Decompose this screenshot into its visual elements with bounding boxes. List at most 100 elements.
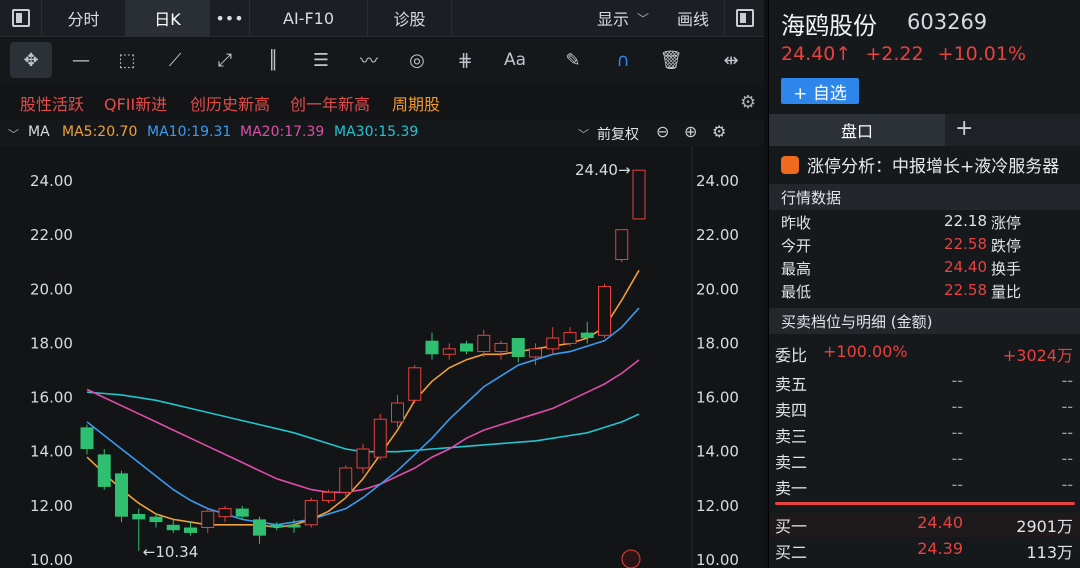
crosshair-tool-icon[interactable]: ✥ (10, 42, 52, 78)
bid-volume: 2901万 (1016, 517, 1073, 536)
y-tick-label-right: 18.00 (696, 334, 739, 352)
panel-toggle-icon[interactable] (724, 0, 764, 36)
bid-ask-ratio: 委比 +100.00% +3024万 (769, 342, 1080, 366)
adjust-mode[interactable]: 前复权 (597, 124, 639, 144)
sidebar-toggle-icon[interactable] (0, 0, 42, 36)
quote-label-2: 涨停 (991, 214, 1022, 232)
parallel-lines-tool-icon[interactable]: ║ (252, 42, 294, 78)
candle-body (356, 448, 370, 469)
candle-body (80, 427, 94, 450)
ask-row[interactable]: 卖三 -- -- (769, 423, 1080, 447)
candle-body (615, 229, 629, 261)
ask-price: -- (951, 371, 963, 390)
ask-price: -- (951, 423, 963, 442)
candle-body (97, 454, 111, 487)
trash-tool-icon[interactable]: 🗑 (650, 42, 692, 78)
y-tick-label-left: 24.00 (30, 172, 73, 190)
price-change-pct: +10.01% (937, 43, 1027, 65)
quote-section-header: 行情数据 (769, 184, 1080, 210)
y-tick-label-right: 10.00 (696, 551, 739, 568)
candle-body (218, 508, 232, 518)
ma-legend: ﹀ MA MA5:20.70 MA10:19.31 MA20:17.39 MA3… (0, 120, 764, 146)
zoom-in-icon[interactable]: ⊕ (684, 122, 697, 141)
fan-tool-icon[interactable]: ⟋ (154, 42, 196, 78)
candle-body (511, 338, 525, 357)
quote-row: 今开 22.58 跌停 (769, 235, 1080, 257)
candle-body (460, 343, 473, 352)
price-line: 24.40↑ +2.22 +10.01% (781, 43, 1026, 65)
tab-ai-f10[interactable]: AI-F10 (250, 0, 368, 36)
concept-tags: 股性活跃 QFII新进 创历史新高 创一年新高 周期股 ⚙ (0, 86, 764, 116)
quote-label: 今开 (781, 237, 812, 255)
section-title: 行情数据 (781, 189, 842, 207)
candlestick-chart[interactable]: 24.00 24.00 22.00 22.00 20.00 20.00 18.00 18.00… (0, 146, 764, 568)
tab-daily-k[interactable]: 日K (126, 0, 210, 36)
tag-item[interactable]: QFII新进 (104, 91, 167, 115)
wave-tool-icon[interactable]: 〰 (348, 42, 390, 78)
ask-row[interactable]: 卖二 -- -- (769, 449, 1080, 473)
ask-level: 卖五 (775, 375, 808, 394)
ask-row[interactable]: 卖五 -- -- (769, 371, 1080, 395)
tag-item[interactable]: 创历史新高 (190, 91, 270, 115)
y-tick-label-left: 12.00 (30, 497, 73, 515)
ma5-value: MA5:20.70 (62, 124, 138, 140)
magnet-tool-icon[interactable]: ∩ (602, 42, 644, 78)
ask-price: -- (951, 449, 963, 468)
candle-body (580, 332, 594, 339)
tab-order-book[interactable]: 盘口 (769, 114, 945, 146)
trend-line-tool-icon[interactable]: ⤢ (204, 42, 246, 78)
expand-toolbar-icon[interactable]: ⇹ (710, 42, 752, 78)
tab-diagnose[interactable]: 诊股 (368, 0, 452, 36)
stock-code: 603269 (907, 10, 988, 34)
tag-item[interactable]: 股性活跃 (20, 91, 84, 115)
ask-volume: -- (1061, 475, 1073, 494)
text-tool-icon[interactable]: Aa (494, 42, 536, 78)
rectangle-tool-icon[interactable]: ⬚ (106, 42, 148, 78)
ask-row[interactable]: 卖一 -- -- (769, 475, 1080, 499)
tab-intraday[interactable]: 分时 (42, 0, 126, 36)
y-tick-label-left: 18.00 (30, 334, 73, 352)
bid-volume: 113万 (1026, 543, 1073, 562)
bid-level: 买一 (775, 517, 808, 536)
quote-label-2: 量比 (991, 283, 1022, 301)
bid-row[interactable]: 买二 24.39 113万 (769, 539, 1080, 563)
ask-row[interactable]: 卖四 -- -- (769, 397, 1080, 421)
add-tab-icon[interactable]: + (955, 116, 973, 141)
gear-icon[interactable]: ⚙ (740, 92, 756, 113)
cycle-tool-icon[interactable]: ◎ (396, 42, 438, 78)
chevron-down-icon: ﹀ (637, 11, 650, 26)
ma-label[interactable]: MA (28, 124, 50, 140)
ask-volume: -- (1061, 371, 1073, 390)
gann-tool-icon[interactable]: ⋕ (444, 42, 486, 78)
high-price-label: 24.40→ (575, 161, 631, 179)
candle-body (494, 342, 508, 353)
horizontal-line-tool-icon[interactable]: — (60, 42, 102, 78)
fibonacci-tool-icon[interactable]: ☰ (300, 42, 342, 78)
drawing-toolbar: ✥ — ⬚ ⟋ ⤢ ║ ☰ 〰 ◎ ⋕ Aa ✎ ∩ 🗑 ⇹ (0, 38, 764, 84)
tag-item[interactable]: 创一年新高 (290, 91, 370, 115)
eraser-tool-icon[interactable]: ✎ (552, 42, 594, 78)
collapse-chevron-icon[interactable]: ﹀ (8, 126, 19, 142)
ask-volume: -- (1061, 397, 1073, 416)
more-tabs-button[interactable]: ••• (210, 0, 250, 36)
ask-price: -- (951, 475, 963, 494)
settings-icon[interactable]: ⚙ (712, 122, 726, 141)
chart-area: 分时 日K ••• AI-F10 诊股 显示 ﹀ 画线 ✥ — ⬚ ⟋ ⤢ ║ … (0, 0, 764, 568)
quote-panel: 海鸥股份 603269 24.40↑ +2.22 +10.01% + 自选 盘口… (768, 0, 1080, 568)
zoom-out-icon[interactable]: ⊖ (656, 122, 669, 141)
y-tick-label-right: 24.00 (696, 172, 739, 190)
limit-up-analysis[interactable]: 涨停分析：中报增长+液冷服务器 (781, 152, 1059, 177)
tag-item[interactable]: 周期股 (392, 91, 440, 115)
bid-row[interactable]: 买一 24.40 2901万 (769, 513, 1080, 537)
bid-price: 24.39 (917, 539, 963, 558)
draw-line-button[interactable]: 画线 (666, 0, 720, 36)
quote-label: 最高 (781, 260, 812, 278)
candle-body (149, 516, 163, 523)
candle-body (235, 508, 249, 517)
display-menu[interactable]: 显示 ﹀ (580, 0, 666, 36)
ma30-value: MA30:15.39 (334, 124, 419, 140)
add-watchlist-button[interactable]: + 自选 (781, 78, 859, 104)
candle-body (132, 513, 146, 520)
candle-body (425, 340, 439, 355)
display-label: 显示 (596, 10, 629, 29)
